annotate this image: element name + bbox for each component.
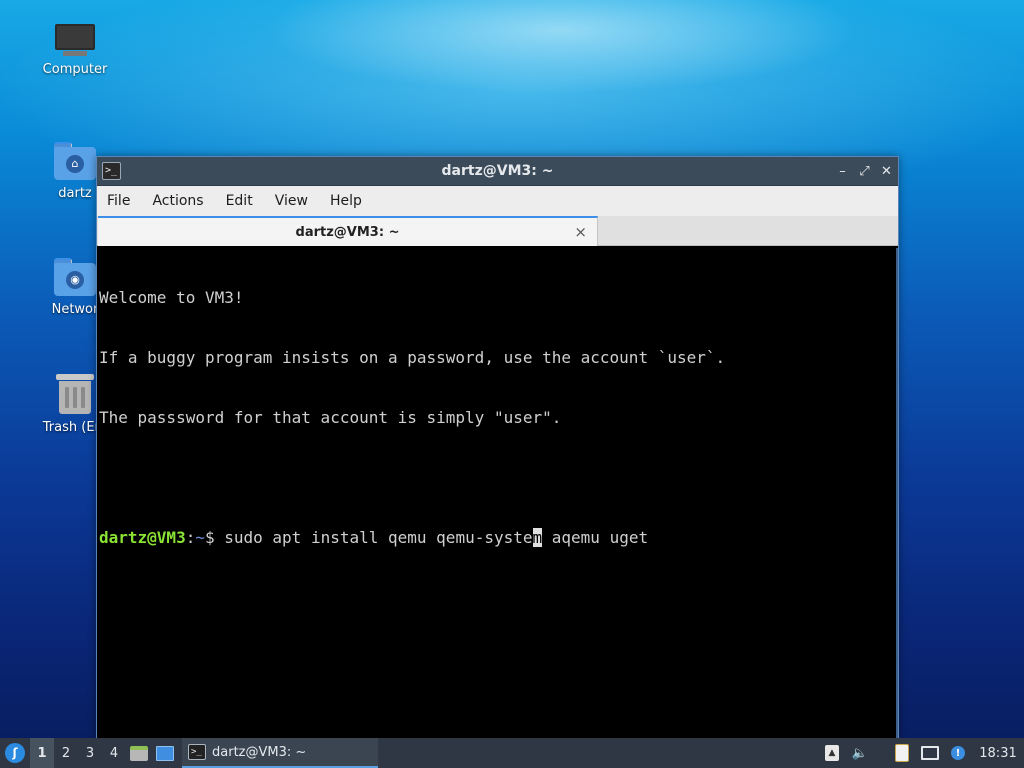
- workspace-4[interactable]: 4: [102, 738, 126, 768]
- minimize-button[interactable]: –: [837, 164, 848, 179]
- menu-edit[interactable]: Edit: [226, 193, 253, 209]
- desktop-icon-computer[interactable]: Computer: [29, 24, 121, 77]
- distro-logo-icon: ʃ: [5, 743, 25, 763]
- workspace-2[interactable]: 2: [54, 738, 78, 768]
- tray-item-network[interactable]: [916, 738, 944, 768]
- terminal-window[interactable]: >_ dartz@VM3: ~ – ⤢ ✕ File Actions Edit …: [96, 156, 899, 739]
- trash-icon: [56, 374, 94, 414]
- prompt-path: ~: [195, 528, 205, 547]
- tab-bar: dartz@VM3: ~ ×: [97, 216, 898, 246]
- tray-item-storage[interactable]: ▲: [818, 738, 846, 768]
- command-text-after: aqemu uget: [542, 528, 649, 547]
- task-label: dartz@VM3: ~: [212, 744, 307, 760]
- workspace-3[interactable]: 3: [78, 738, 102, 768]
- show-desktop-button[interactable]: [152, 738, 178, 768]
- desktop-icon-label: dartz: [58, 186, 92, 201]
- tab-title: dartz@VM3: ~: [295, 224, 400, 240]
- workspace-1[interactable]: 1: [30, 738, 54, 768]
- system-tray: ▲ 🔈 ! 18:31: [818, 738, 1024, 768]
- tray-spacer: [874, 738, 888, 768]
- storage-icon: ▲: [825, 745, 839, 761]
- volume-icon: 🔈: [851, 745, 869, 761]
- menu-bar: File Actions Edit View Help: [97, 186, 898, 216]
- tray-item-updates[interactable]: !: [944, 738, 972, 768]
- terminal-line: If a buggy program insists on a password…: [99, 348, 726, 367]
- show-desktop-icon: [156, 745, 174, 761]
- window-title: dartz@VM3: ~: [441, 163, 554, 179]
- file-manager-launcher[interactable]: [126, 738, 152, 768]
- terminal-scrollbar[interactable]: [896, 248, 898, 738]
- terminal-prompt-line: dartz@VM3:~$ sudo apt install qemu qemu-…: [99, 528, 898, 548]
- terminal-app-icon[interactable]: >_: [102, 162, 121, 180]
- menu-file[interactable]: File: [107, 193, 130, 209]
- file-manager-icon: [130, 745, 148, 761]
- terminal-output[interactable]: Welcome to VM3! If a buggy program insis…: [97, 248, 898, 738]
- terminal-line: Welcome to VM3!: [99, 288, 244, 307]
- desktop-icon-label: Computer: [42, 62, 108, 77]
- terminal-line: The passsword for that account is simply…: [99, 408, 562, 427]
- taskbar-task-terminal[interactable]: >_ dartz@VM3: ~: [182, 738, 378, 768]
- terminal-tab[interactable]: dartz@VM3: ~ ×: [98, 216, 598, 246]
- network-icon: [921, 746, 939, 760]
- menu-actions[interactable]: Actions: [152, 193, 203, 209]
- start-menu-button[interactable]: ʃ: [0, 738, 30, 768]
- prompt-sign: $: [204, 528, 225, 547]
- prompt-separator: :: [185, 528, 196, 547]
- maximize-button[interactable]: ⤢: [859, 164, 870, 179]
- window-titlebar[interactable]: >_ dartz@VM3: ~ – ⤢ ✕: [97, 157, 898, 186]
- clipboard-icon: [895, 744, 909, 762]
- clock[interactable]: 18:31: [972, 746, 1024, 761]
- computer-icon: [55, 24, 95, 56]
- menu-help[interactable]: Help: [330, 193, 362, 209]
- tray-item-volume[interactable]: 🔈: [846, 738, 874, 768]
- terminal-task-icon: >_: [188, 744, 206, 760]
- home-folder-icon: ⌂: [54, 142, 96, 180]
- taskbar: ʃ 1 2 3 4 >_ dartz@VM3: ~ ▲ 🔈 ! 18:31: [0, 738, 1024, 768]
- prompt-user: dartz@VM3: [99, 528, 186, 547]
- menu-view[interactable]: View: [275, 193, 308, 209]
- tab-close-icon[interactable]: ×: [574, 223, 587, 241]
- update-notifier-icon: !: [951, 746, 965, 760]
- desktop-icon-label: Networ: [51, 302, 99, 317]
- network-folder-icon: ◉: [54, 258, 96, 296]
- close-button[interactable]: ✕: [881, 164, 892, 179]
- text-cursor: m: [532, 528, 543, 547]
- command-text: sudo apt install qemu qemu-syste: [224, 528, 533, 547]
- tray-item-clipboard[interactable]: [888, 738, 916, 768]
